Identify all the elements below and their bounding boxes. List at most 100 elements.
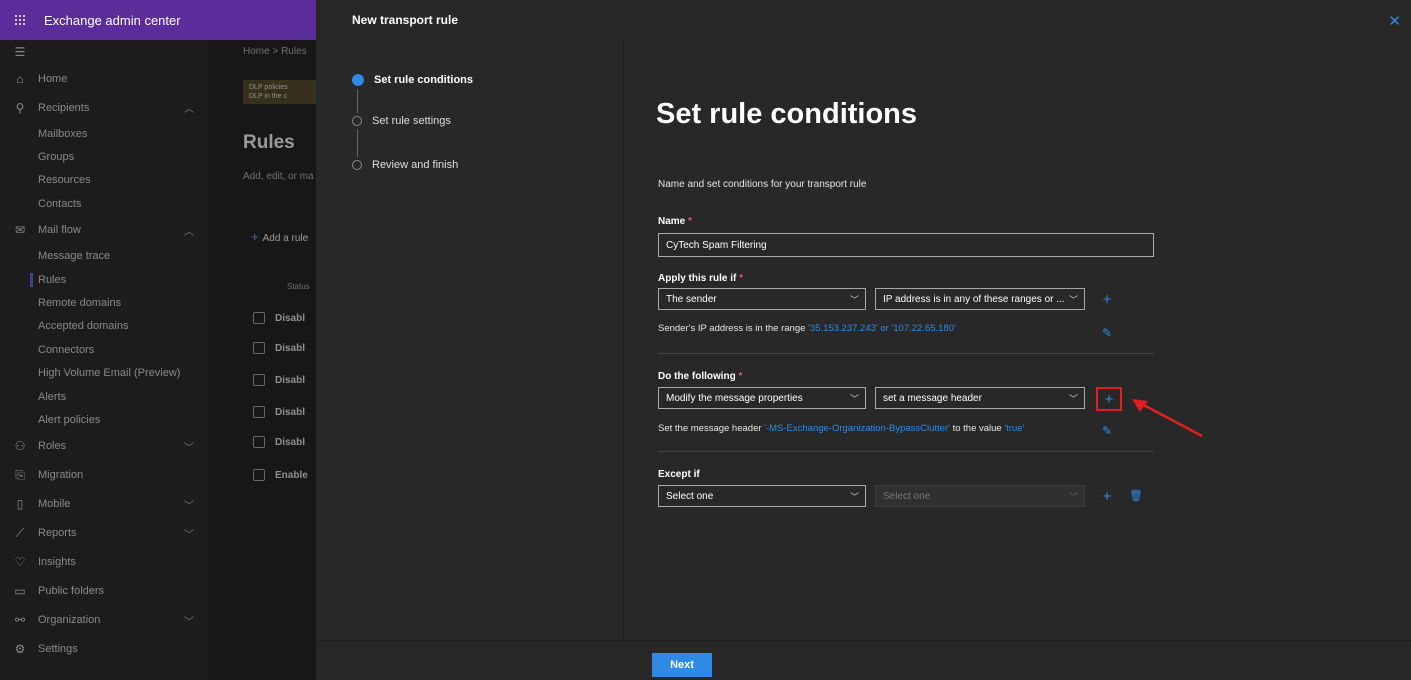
table-row[interactable]: Disabl — [253, 432, 316, 452]
add-rule-button[interactable]: + Add a rule — [251, 229, 308, 244]
step-set-rule-settings[interactable]: Set rule settings — [352, 115, 451, 127]
close-icon[interactable]: ✕ — [1388, 12, 1401, 30]
nav-item-roles[interactable]: ⚇ Roles ﹀ — [0, 432, 208, 461]
nav-item-rules[interactable]: Rules — [0, 268, 208, 291]
add-action-button[interactable]: + — [1096, 387, 1122, 411]
chevron-down-icon[interactable]: ﹀ — [184, 613, 194, 628]
apply-if-condition-select[interactable]: The sender ﹀ — [658, 288, 866, 310]
nav-item-high-volume-email[interactable]: High Volume Email (Preview) — [0, 362, 208, 385]
nav-item-reports[interactable]: ⟋ Reports ﹀ — [0, 519, 208, 548]
except-if-condition-select[interactable]: Select one ﹀ — [658, 485, 866, 507]
nav-item-accepted-domains[interactable]: Accepted domains — [0, 315, 208, 338]
desc-text: to the value — [949, 423, 1005, 434]
step-label: Set rule settings — [372, 115, 451, 127]
nav-item-groups[interactable]: Groups — [0, 145, 208, 168]
row-checkbox[interactable] — [253, 469, 265, 481]
apply-if-value-select[interactable]: IP address is in any of these ranges or … — [875, 288, 1085, 310]
action-select[interactable]: Modify the message properties ﹀ — [658, 387, 866, 409]
except-if-value-select: Select one ﹀ — [875, 485, 1085, 507]
table-row[interactable]: Disabl — [253, 370, 316, 390]
nav-label: Recipients — [38, 101, 90, 114]
nav-item-organization[interactable]: ⚯ Organization ﹀ — [0, 606, 208, 635]
migration-icon: ⎘ — [15, 467, 25, 482]
nav-item-public-folders[interactable]: ▭ Public folders — [0, 577, 208, 606]
name-field[interactable]: CyTech Spam Filtering — [658, 233, 1154, 257]
nav-item-contacts[interactable]: Contacts — [0, 192, 208, 215]
nav-item-mailboxes[interactable]: Mailboxes — [0, 122, 208, 145]
edit-icon[interactable]: ✎ — [1102, 424, 1112, 438]
row-checkbox[interactable] — [253, 312, 265, 324]
select-value: set a message header — [883, 392, 982, 404]
nav-item-connectors[interactable]: Connectors — [0, 338, 208, 361]
nav-label: Resources — [38, 174, 91, 187]
nav-item-mobile[interactable]: ▯ Mobile ﹀ — [0, 490, 208, 519]
row-checkbox[interactable] — [253, 436, 265, 448]
select-value: Modify the message properties — [666, 392, 803, 404]
background-page: Home > Rules DLP policies DLP in the c R… — [208, 40, 316, 680]
table-row[interactable]: Disabl — [253, 308, 316, 328]
nav-label: Message trace — [38, 250, 111, 263]
row-checkbox[interactable] — [253, 374, 265, 386]
settings-icon: ⚙ — [14, 642, 26, 657]
table-row[interactable]: Enable — [253, 465, 316, 485]
nav-label: Mailboxes — [38, 127, 88, 140]
step-set-rule-conditions[interactable]: Set rule conditions — [352, 74, 473, 86]
chevron-down-icon: ﹀ — [849, 295, 859, 305]
next-button[interactable]: Next — [652, 653, 712, 677]
nav-item-mail-flow[interactable]: ✉ Mail flow ︿ — [0, 216, 208, 245]
row-checkbox[interactable] — [253, 406, 265, 418]
info-line: DLP policies — [249, 84, 288, 91]
chevron-down-icon[interactable]: ﹀ — [184, 439, 194, 454]
nav-item-migration[interactable]: ⎘ Migration — [0, 461, 208, 490]
row-checkbox[interactable] — [253, 342, 265, 354]
table-row[interactable]: Disabl — [253, 338, 316, 358]
header-value-link[interactable]: 'true' — [1004, 423, 1024, 434]
nav-item-alerts[interactable]: Alerts — [0, 385, 208, 408]
plus-icon: + — [251, 229, 259, 244]
nav-label: Mail flow — [38, 224, 81, 237]
name-label: Name * — [658, 216, 692, 227]
chevron-up-icon[interactable]: ︿ — [184, 223, 194, 238]
table-row[interactable]: Disabl — [253, 402, 316, 422]
required-marker: * — [688, 216, 692, 227]
select-value: The sender — [666, 293, 717, 305]
step-review-and-finish[interactable]: Review and finish — [352, 159, 458, 171]
left-nav: ☰ ⌂ Home ⚲ Recipients ︿ Mailboxes Groups Re… — [0, 40, 208, 680]
nav-label: Organization — [38, 614, 101, 627]
nav-item-recipients[interactable]: ⚲ Recipients ︿ — [0, 93, 208, 122]
roles-icon: ⚇ — [14, 439, 26, 454]
chevron-down-icon[interactable]: ﹀ — [184, 526, 194, 541]
nav-item-remote-domains[interactable]: Remote domains — [0, 291, 208, 314]
select-value: Select one — [883, 490, 931, 502]
select-value: IP address is in any of these ranges or … — [883, 293, 1065, 305]
add-exception-button[interactable]: + — [1096, 485, 1118, 507]
header-name-link[interactable]: '-MS-Exchange-Organization-BypassClutter… — [764, 423, 950, 434]
hamburger-icon[interactable]: ☰ — [12, 45, 28, 59]
edit-icon[interactable]: ✎ — [1102, 326, 1112, 340]
chevron-down-icon[interactable]: ﹀ — [184, 497, 194, 512]
hamburger-menu[interactable]: ☰ — [0, 40, 208, 64]
nav-item-message-trace[interactable]: Message trace — [0, 245, 208, 268]
nav-label: Migration — [38, 469, 84, 482]
insights-icon: ♡ — [14, 555, 26, 570]
except-if-label: Except if — [658, 469, 700, 480]
nav-item-settings[interactable]: ⚙ Settings — [0, 635, 208, 664]
nav-label: Roles — [38, 440, 67, 453]
nav-label: Remote domains — [38, 297, 122, 310]
waffle-icon[interactable] — [0, 0, 40, 40]
nav-item-insights[interactable]: ♡ Insights — [0, 548, 208, 577]
row-status: Disabl — [275, 374, 306, 386]
info-banner: DLP policies DLP in the c — [243, 80, 316, 104]
nav-item-alert-policies[interactable]: Alert policies — [0, 408, 208, 431]
ip-range-link[interactable]: '35.153.237.243' or '107.22.65.180' — [808, 323, 956, 334]
action-value-select[interactable]: set a message header ﹀ — [875, 387, 1085, 409]
chevron-up-icon[interactable]: ︿ — [184, 100, 194, 115]
page-heading: Set rule conditions — [656, 98, 918, 130]
add-condition-button[interactable]: + — [1096, 288, 1118, 310]
delete-icon[interactable]: 🗑 — [1129, 489, 1143, 502]
nav-item-resources[interactable]: Resources — [0, 169, 208, 192]
nav-label: Reports — [38, 527, 77, 540]
nav-label: Home — [38, 72, 68, 85]
nav-item-home[interactable]: ⌂ Home — [0, 64, 208, 93]
nav-label: Groups — [38, 151, 75, 164]
